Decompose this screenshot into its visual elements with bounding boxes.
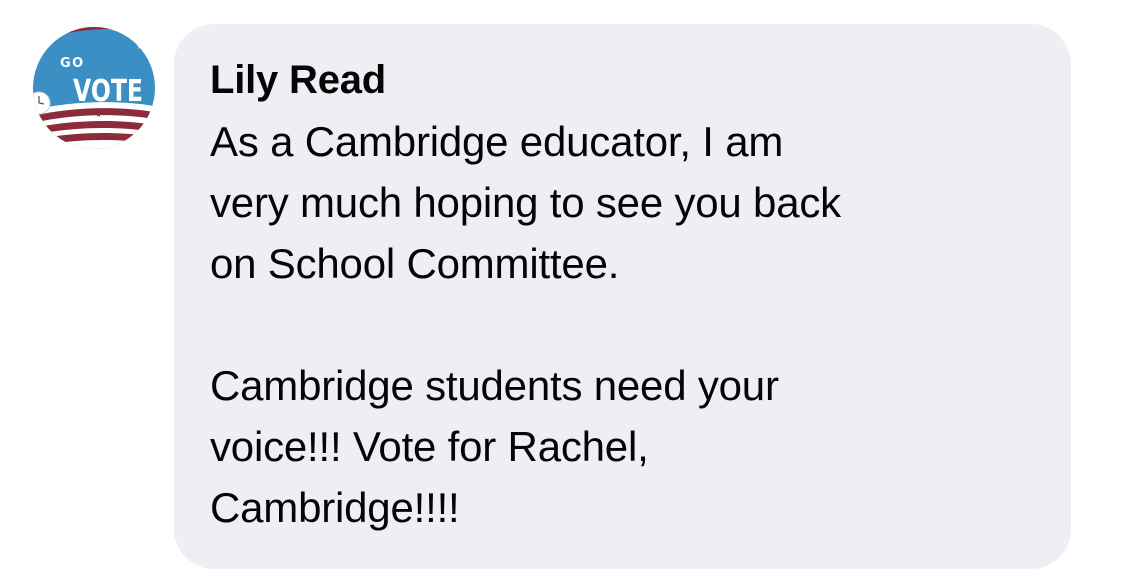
avatar[interactable]: ★ ★ GO VOTE (33, 27, 155, 149)
comment-line: As a Cambridge educator, I am (210, 118, 784, 165)
svg-text:★: ★ (136, 42, 144, 52)
comment-line: voice!!! Vote for Rachel, (210, 423, 649, 470)
avatar-small-text: GO (60, 56, 85, 71)
svg-text:★: ★ (95, 110, 102, 119)
comment-text: As a Cambridge educator, I am very much … (210, 111, 1035, 538)
author-name[interactable]: Lily Read (210, 54, 1035, 106)
go-vote-badge-icon: ★ ★ GO VOTE (33, 27, 155, 149)
comment-line: Cambridge!!!! (210, 484, 460, 531)
comment-paragraph: Cambridge students need your voice!!! Vo… (210, 355, 1035, 538)
comment-line: on School Committee. (210, 240, 620, 287)
comment-line: Cambridge students need your (210, 362, 779, 409)
avatar-big-text: VOTE (73, 74, 143, 109)
comment-line: very much hoping to see you back (210, 179, 841, 226)
comment-paragraph: As a Cambridge educator, I am very much … (210, 111, 1035, 294)
comment-bubble: Lily Read As a Cambridge educator, I am … (174, 24, 1071, 569)
